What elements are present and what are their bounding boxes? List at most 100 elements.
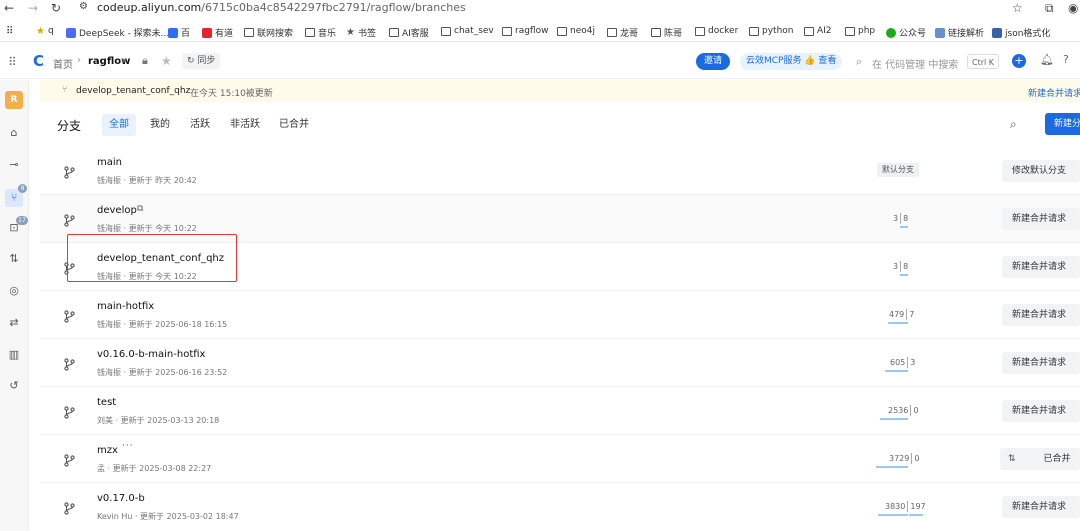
ahead-count: 8 <box>903 214 909 223</box>
branch-row[interactable]: mzx ··· 孟 · 更新于 2025-03-08 22:27 3729 0 ⇅… <box>40 435 1080 483</box>
change-default-branch-button[interactable]: 修改默认分支 <box>1002 160 1080 182</box>
branch-row[interactable]: main-hotfix 钱海振 · 更新于 2025-06-18 16:15 4… <box>40 291 1080 339</box>
repo-avatar[interactable]: R <box>5 91 23 109</box>
new-branch-button[interactable]: 新建分支 <box>1045 113 1080 135</box>
behind-bar <box>880 418 908 420</box>
branch-meta: 孟 · 更新于 2025-03-08 22:27 <box>97 464 212 473</box>
branch-name[interactable]: mzx <box>97 445 118 456</box>
branch-name[interactable]: develop <box>97 205 137 216</box>
create-merge-request-button[interactable]: 新建合并请求 <box>1002 400 1080 422</box>
bookmark-label: 公众号 <box>899 29 927 39</box>
branch-meta: 钱海振 · 更新于 昨天 20:42 <box>97 176 197 185</box>
invite-button[interactable]: 邀请 <box>696 53 731 70</box>
create-merge-request-button[interactable]: 新建合并请求 <box>1002 304 1080 326</box>
ahead-behind-counter: 479 7 <box>889 309 914 320</box>
breadcrumb-home[interactable]: 首页 <box>53 56 73 71</box>
code-review-icon[interactable]: ◎ <box>7 284 21 298</box>
bell-icon[interactable]: 🔔︎ <box>1040 53 1054 66</box>
folder-icon <box>305 28 315 37</box>
create-merge-request-button[interactable]: 新建合并请求 <box>1002 256 1080 278</box>
branch-row[interactable]: test 刘美 · 更新于 2025-03-13 20:18 2536 0 新建合… <box>40 387 1080 435</box>
mcp-view-link[interactable]: 查看 <box>818 56 836 66</box>
highlight-annotation-box <box>67 234 237 282</box>
bookmark-item[interactable]: ragflow <box>502 26 548 36</box>
more-icon[interactable]: ··· <box>122 441 134 451</box>
branch-row[interactable]: v0.16.0-b-main-hotfix 钱海振 · 更新于 2025-06-… <box>40 339 1080 387</box>
app-grid-icon[interactable]: ⠿ <box>8 55 17 69</box>
bookmark-item[interactable]: chat_sev <box>441 26 494 36</box>
bookmark-item[interactable]: DeepSeek - 探索未... <box>66 26 169 39</box>
home-icon[interactable]: ⌂ <box>7 126 21 140</box>
apps-icon[interactable]: ⠿ <box>6 26 13 37</box>
create-merge-request-button[interactable]: 新建合并请求 <box>1002 496 1080 518</box>
bookmark-item[interactable]: docker <box>695 26 738 36</box>
merged-button[interactable]: ⇅ 已合并 <box>1000 448 1080 470</box>
forward-icon[interactable]: → <box>28 1 38 15</box>
tab-mine[interactable]: 我的 <box>143 114 177 136</box>
search-icon[interactable]: ⌕ <box>1010 117 1017 132</box>
bookmark-item[interactable]: 有道 <box>202 26 233 39</box>
tab-merged[interactable]: 已合并 <box>272 114 316 136</box>
tab-active[interactable]: 活跃 <box>183 114 217 136</box>
branch-name[interactable]: main <box>97 157 122 168</box>
bookmark-item[interactable]: neo4j <box>557 26 595 36</box>
folder-icon <box>651 28 661 37</box>
star-icon[interactable]: ★ <box>161 54 172 68</box>
url-field[interactable]: codeup.aliyun.com/6715c0ba4c8542297fbc27… <box>97 1 466 14</box>
tab-all[interactable]: 全部 <box>102 114 136 136</box>
bookmark-item[interactable]: python <box>749 26 793 36</box>
branch-name[interactable]: main-hotfix <box>97 301 154 312</box>
branch-meta: 钱海振 · 更新于 2025-06-16 23:52 <box>97 368 228 377</box>
extensions-icon[interactable]: ⧉ <box>1045 1 1054 16</box>
bookmark-star-icon[interactable]: ☆ <box>1012 1 1023 15</box>
bookmark-item[interactable]: 龙哥 <box>607 26 638 39</box>
site-info-icon[interactable]: ⚙ <box>79 1 88 12</box>
bookmark-item[interactable]: ★ 书签 <box>346 26 376 40</box>
tab-inactive[interactable]: 非活跃 <box>223 114 267 136</box>
merge-request-icon[interactable]: ⇅ <box>7 252 21 266</box>
bookmark-label: 陈哥 <box>664 29 683 39</box>
branch-row[interactable]: v0.17.0-b Kevin Hu · 更新于 2025-03-02 18:4… <box>40 483 1080 531</box>
star-icon: ★ <box>36 25 45 37</box>
bookmark-item[interactable]: 联网搜索 <box>244 26 293 39</box>
create-icon[interactable]: + <box>1012 54 1026 68</box>
back-icon[interactable]: ← <box>4 1 14 15</box>
bookmark-item[interactable]: ★ q <box>36 26 54 36</box>
branch-name[interactable]: test <box>97 397 116 408</box>
folder-icon <box>502 26 512 36</box>
mcp-banner[interactable]: 云效MCP服务 👍 查看 <box>740 53 843 70</box>
bookmark-item[interactable]: 链接解析 <box>935 26 984 39</box>
sync-button[interactable]: ↻ 同步 <box>182 53 221 69</box>
bookmark-item[interactable]: 陈哥 <box>651 26 682 39</box>
bookmark-label: AI2 <box>817 26 832 36</box>
history-icon[interactable]: ↺ <box>7 379 21 393</box>
statistics-icon[interactable]: ▥ <box>7 348 21 362</box>
link-icon <box>935 27 945 38</box>
copy-icon[interactable]: ⧉ <box>137 204 143 214</box>
bookmark-item[interactable]: json格式化 <box>992 26 1050 39</box>
bookmark-item[interactable]: 公众号 <box>886 26 926 39</box>
chevron-down-icon[interactable]: ▾ <box>122 56 126 65</box>
pipeline-icon[interactable]: ⇄ <box>7 316 21 330</box>
codeup-logo-icon[interactable]: C <box>33 52 44 70</box>
browser-address-bar: ← → ↻ ⚙ codeup.aliyun.com/6715c0ba4c8542… <box>0 0 1080 17</box>
reload-icon[interactable]: ↻ <box>51 1 61 15</box>
branch-row[interactable]: main 钱海振 · 更新于 昨天 20:42 默认分支 修改默认分支 <box>40 147 1080 195</box>
branch-name[interactable]: v0.16.0-b-main-hotfix <box>97 349 205 360</box>
create-merge-request-button[interactable]: 新建合并请求 <box>1002 208 1080 230</box>
branch-name[interactable]: v0.17.0-b <box>97 493 145 504</box>
bookmark-item[interactable]: 音乐 <box>305 26 336 39</box>
bookmark-item[interactable]: 百 <box>168 26 190 39</box>
commit-icon[interactable]: ⊸ <box>7 158 21 172</box>
global-search-input[interactable]: 在 代码管理 中搜索 <box>872 56 958 71</box>
profile-icon[interactable]: ◉ <box>1068 1 1078 15</box>
bookmark-item[interactable]: AI2 <box>804 26 832 36</box>
bookmark-label: 链接解析 <box>948 29 985 39</box>
help-icon[interactable]: ? <box>1063 53 1069 66</box>
ahead-behind-counter: 3830 197 <box>885 501 926 512</box>
create-merge-request-button[interactable]: 新建合并请求 <box>1002 352 1080 374</box>
bookmark-item[interactable]: php <box>845 26 875 36</box>
notice-create-mr-link[interactable]: 新建合并请求 <box>1028 86 1080 99</box>
bookmark-label: 音乐 <box>318 29 337 39</box>
bookmark-item[interactable]: AI客服 <box>389 26 429 39</box>
